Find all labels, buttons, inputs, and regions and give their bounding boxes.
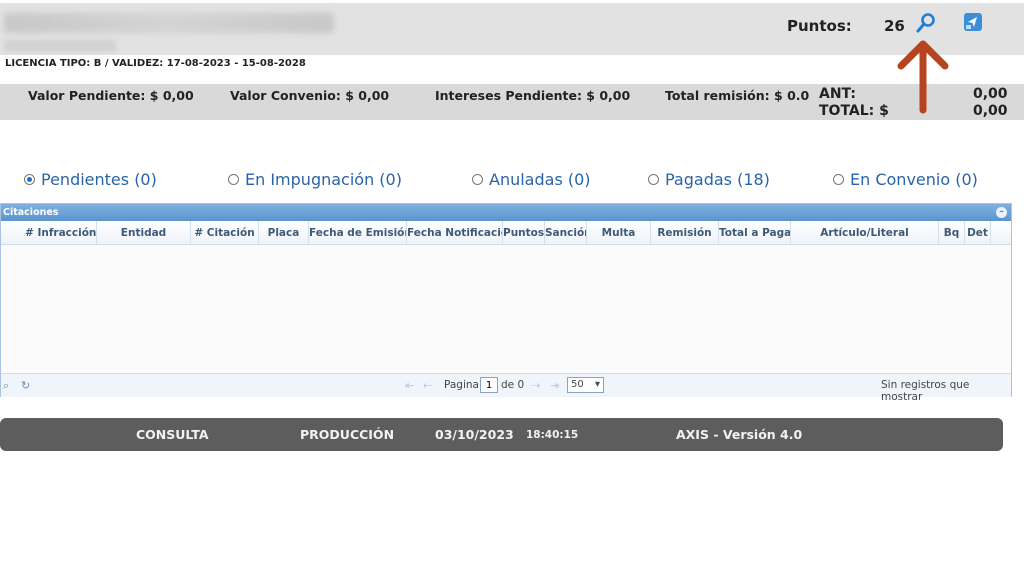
page-of-label: de 0 xyxy=(501,379,525,391)
column-header[interactable]: Artículo/Literal xyxy=(791,221,939,245)
radio-en-convenio[interactable] xyxy=(833,174,844,185)
column-header[interactable]: Det xyxy=(965,221,991,245)
filter-label: Anuladas (0) xyxy=(489,170,591,189)
column-header[interactable]: # Citación xyxy=(191,221,259,245)
filter-en-impugnacion[interactable]: En Impugnación (0) xyxy=(228,170,402,189)
radio-en-impugnacion[interactable] xyxy=(228,174,239,185)
column-header[interactable]: Remisión xyxy=(651,221,719,245)
blurred-user-id xyxy=(4,40,116,52)
column-header[interactable]: Fecha Notificación xyxy=(407,221,503,245)
grid-header-row: # Infracción Entidad # Citación Placa Fe… xyxy=(1,221,1011,245)
prev-page-icon[interactable]: ⇠ xyxy=(423,379,432,392)
column-header[interactable]: Puntos xyxy=(503,221,545,245)
total-value: 0,00 xyxy=(973,103,1008,119)
footer-produccion: PRODUCCIÓN xyxy=(300,427,395,442)
search-icon[interactable]: ⌕ xyxy=(3,379,9,393)
filter-en-convenio[interactable]: En Convenio (0) xyxy=(833,170,978,189)
user-header: Puntos: 26 xyxy=(0,3,1024,55)
ant-label: ANT: xyxy=(819,86,856,102)
filter-pendientes[interactable]: Pendientes (0) xyxy=(24,170,157,189)
citaciones-grid: Citaciones – # Infracción Entidad # Cita… xyxy=(0,203,1012,403)
column-header[interactable]: Fecha de Emisión xyxy=(309,221,407,245)
filter-pagadas[interactable]: Pagadas (18) xyxy=(648,170,770,189)
footer-version: AXIS - Versión 4.0 xyxy=(676,427,803,442)
radio-pendientes[interactable] xyxy=(24,174,35,185)
intereses-pendiente: Intereses Pendiente: $ 0,00 xyxy=(435,88,631,103)
column-header[interactable]: Total a Pagar xyxy=(719,221,791,245)
column-header[interactable]: # Infracción xyxy=(25,221,97,245)
puntos-label: Puntos: xyxy=(787,17,852,35)
grid-body xyxy=(1,245,1011,373)
page-label: Pagina xyxy=(444,379,479,391)
filter-label: En Impugnación (0) xyxy=(245,170,402,189)
footer-date: 03/10/2023 xyxy=(435,427,514,442)
total-label: TOTAL: $ xyxy=(819,103,889,119)
license-info: LICENCIA TIPO: B / VALIDEZ: 17-08-2023 -… xyxy=(5,58,306,69)
ant-value: 0,00 xyxy=(973,86,1008,102)
empty-records-text: Sin registros que mostrar xyxy=(881,379,970,403)
status-footer: CONSULTA PRODUCCIÓN 03/10/2023 18:40:15 … xyxy=(0,418,1003,451)
footer-consulta: CONSULTA xyxy=(136,427,209,442)
page: Puntos: 26 LICENCIA TIPO: B / VALIDEZ: 1… xyxy=(0,0,1024,576)
page-size-select[interactable]: 50 xyxy=(567,377,604,393)
column-header[interactable]: Entidad xyxy=(97,221,191,245)
blurred-user-name xyxy=(4,13,334,33)
valor-pendiente: Valor Pendiente: $ 0,00 xyxy=(28,88,194,103)
footer-time: 18:40:15 xyxy=(526,429,579,441)
column-header[interactable]: Sanción xyxy=(545,221,587,245)
column-header[interactable]: Placa xyxy=(259,221,309,245)
last-page-icon[interactable]: ⇥ xyxy=(550,379,559,392)
valor-convenio: Valor Convenio: $ 0,00 xyxy=(230,88,390,103)
totals-bar: Valor Pendiente: $ 0,00 Valor Convenio: … xyxy=(0,84,1024,120)
status-filter-group: Pendientes (0) En Impugnación (0) Anulad… xyxy=(0,170,1024,194)
navigate-icon[interactable] xyxy=(963,12,983,32)
collapse-icon[interactable]: – xyxy=(996,207,1007,218)
total-remision: Total remisión: $ 0.0 xyxy=(665,88,810,103)
grid-title-bar: Citaciones – xyxy=(1,204,1011,221)
column-header[interactable]: Bq xyxy=(939,221,965,245)
filter-label: Pendientes (0) xyxy=(41,170,157,189)
page-number-input[interactable] xyxy=(480,377,498,393)
search-icon[interactable] xyxy=(914,11,938,35)
filter-anuladas[interactable]: Anuladas (0) xyxy=(472,170,591,189)
grid-title: Citaciones xyxy=(3,207,59,218)
puntos-value: 26 xyxy=(884,17,905,35)
grid-pager: ⌕ ↻ ⇤ ⇠ Pagina de 0 ⇢ ⇥ 50 Sin registros… xyxy=(1,373,1011,403)
next-page-icon[interactable]: ⇢ xyxy=(531,379,540,392)
filter-label: Pagadas (18) xyxy=(665,170,770,189)
arrow-annotation-icon xyxy=(897,40,949,114)
filter-label: En Convenio (0) xyxy=(850,170,978,189)
first-page-icon[interactable]: ⇤ xyxy=(405,379,414,392)
refresh-icon[interactable]: ↻ xyxy=(21,379,30,392)
column-header[interactable]: Multa xyxy=(587,221,651,245)
radio-anuladas[interactable] xyxy=(472,174,483,185)
radio-pagadas[interactable] xyxy=(648,174,659,185)
